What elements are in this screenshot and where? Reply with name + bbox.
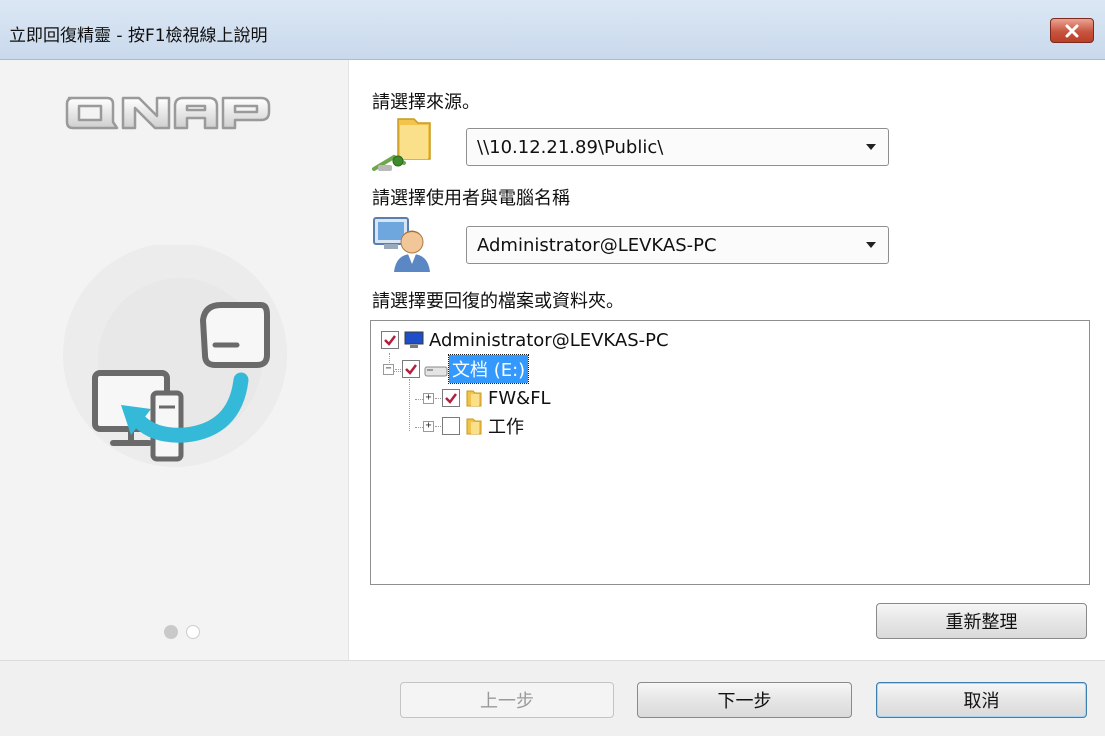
close-icon [1065,24,1079,37]
tree-node-root-label: Administrator@LEVKAS-PC [429,329,669,351]
tree-node-drive[interactable]: − 文档 (E:) [383,354,530,384]
user-label: 請選擇使用者與電腦名稱 [372,188,570,209]
source-value: \\10.12.21.89\Public\ [477,137,664,158]
tree-node-root[interactable]: Administrator@LEVKAS-PC [381,328,672,352]
check-icon [405,364,417,375]
checkbox[interactable] [381,331,399,349]
computer-icon [404,331,424,348]
checkbox[interactable] [402,360,420,378]
source-select[interactable]: \\10.12.21.89\Public\ [466,128,889,166]
check-icon [384,335,396,346]
back-button[interactable]: 上一步 [400,682,614,718]
expand-icon[interactable]: + [423,392,434,404]
cancel-button[interactable]: 取消 [876,682,1087,718]
file-tree[interactable]: Administrator@LEVKAS-PC − 文档 (E:) + FW&F… [370,320,1090,585]
user-value: Administrator@LEVKAS-PC [477,235,717,256]
page-dot-current [164,625,178,639]
check-icon [445,393,457,404]
checkbox[interactable] [442,389,460,407]
drive-icon [424,366,448,377]
folder-icon [466,418,482,435]
qnap-logo [65,96,271,130]
folder-icon [466,390,482,407]
page-dot [186,625,200,639]
page-indicator [164,625,200,639]
chevron-down-icon [866,242,876,248]
title-bar: 立即回復精靈 - 按F1檢視線上說明 [0,0,1105,60]
tree-node-folder[interactable]: + FW&FL [423,386,554,410]
restore-illustration [63,245,287,467]
tree-label: 請選擇要回復的檔案或資料夾。 [372,291,624,312]
checkbox[interactable] [442,417,460,435]
window-title: 立即回復精靈 - 按F1檢視線上說明 [9,26,268,46]
collapse-icon[interactable]: − [383,363,394,375]
tree-node-folder-label: FW&FL [488,387,551,409]
chevron-down-icon [866,144,876,150]
network-folder-icon [372,118,431,171]
close-button[interactable] [1050,18,1094,43]
expand-icon[interactable]: + [423,420,434,432]
tree-node-folder[interactable]: + 工作 [423,414,527,438]
tree-node-folder-label: 工作 [488,417,524,438]
source-label: 請選擇來源。 [372,92,480,113]
user-computer-icon [373,217,430,272]
user-select[interactable]: Administrator@LEVKAS-PC [466,226,889,264]
tree-node-drive-label: 文档 (E:) [447,354,530,384]
refresh-button[interactable]: 重新整理 [876,603,1087,639]
branding-pane [0,60,349,660]
next-button[interactable]: 下一步 [637,682,852,718]
